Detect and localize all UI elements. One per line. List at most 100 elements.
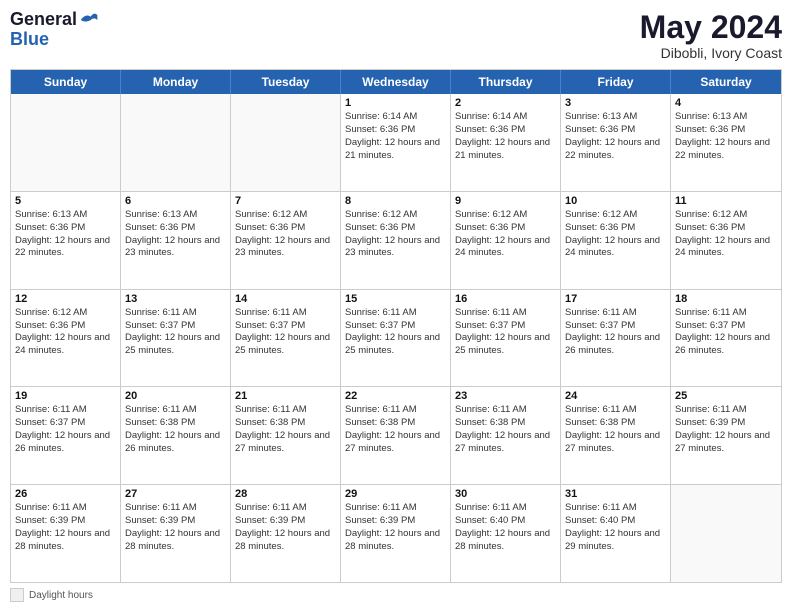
calendar-cell-26: 26 Sunrise: 6:11 AM Sunset: 6:39 PM Dayli… — [11, 485, 121, 582]
cell-text: Sunrise: 6:11 AM Sunset: 6:39 PM Dayligh… — [675, 404, 777, 455]
cell-text: Sunrise: 6:11 AM Sunset: 6:37 PM Dayligh… — [235, 307, 336, 358]
cell-text: Sunrise: 6:11 AM Sunset: 6:38 PM Dayligh… — [455, 404, 556, 455]
calendar-cell-22: 22 Sunrise: 6:11 AM Sunset: 6:38 PM Dayli… — [341, 387, 451, 484]
day-number: 15 — [345, 293, 446, 305]
day-header-thursday: Thursday — [451, 70, 561, 94]
cell-text: Sunrise: 6:14 AM Sunset: 6:36 PM Dayligh… — [345, 111, 446, 162]
day-number: 31 — [565, 488, 666, 500]
cell-text: Sunrise: 6:11 AM Sunset: 6:38 PM Dayligh… — [345, 404, 446, 455]
day-number: 4 — [675, 97, 777, 109]
cell-text: Sunrise: 6:11 AM Sunset: 6:37 PM Dayligh… — [675, 307, 777, 358]
calendar-cell-15: 15 Sunrise: 6:11 AM Sunset: 6:37 PM Dayli… — [341, 290, 451, 387]
day-number: 17 — [565, 293, 666, 305]
calendar-cell-5: 5Sunrise: 6:13 AM Sunset: 6:36 PM Daylig… — [11, 192, 121, 289]
calendar-cell-19: 19Sunrise: 6:11 AM Sunset: 6:37 PM Dayli… — [11, 387, 121, 484]
day-number: 19 — [15, 390, 116, 402]
day-number: 23 — [455, 390, 556, 402]
day-number: 8 — [345, 195, 446, 207]
calendar-cell-empty — [671, 485, 781, 582]
calendar-row-3: 19Sunrise: 6:11 AM Sunset: 6:37 PM Dayli… — [11, 387, 781, 485]
day-number: 29 — [345, 488, 446, 500]
calendar-body: 1 Sunrise: 6:14 AM Sunset: 6:36 PM Daylig… — [11, 94, 781, 582]
day-number: 5 — [15, 195, 116, 207]
cell-text: Sunrise: 6:12 AM Sunset: 6:36 PM Dayligh… — [235, 209, 336, 260]
logo-icon — [79, 10, 99, 30]
day-number: 22 — [345, 390, 446, 402]
day-header-wednesday: Wednesday — [341, 70, 451, 94]
cell-text: Sunrise: 6:12 AM Sunset: 6:36 PM Dayligh… — [15, 307, 116, 358]
legend-box — [10, 588, 24, 602]
logo: General Blue — [10, 10, 99, 50]
calendar-cell-30: 30Sunrise: 6:11 AM Sunset: 6:40 PM Dayli… — [451, 485, 561, 582]
calendar-cell-31: 31Sunrise: 6:11 AM Sunset: 6:40 PM Dayli… — [561, 485, 671, 582]
header: General Blue May 2024 Dibobli, Ivory Coa… — [10, 10, 782, 61]
calendar-cell-3: 3Sunrise: 6:13 AM Sunset: 6:36 PM Daylig… — [561, 94, 671, 191]
calendar-cell-18: 18 Sunrise: 6:11 AM Sunset: 6:37 PM Dayli… — [671, 290, 781, 387]
calendar: SundayMondayTuesdayWednesdayThursdayFrid… — [10, 69, 782, 583]
location: Dibobli, Ivory Coast — [640, 45, 782, 61]
day-number: 9 — [455, 195, 556, 207]
day-number: 12 — [15, 293, 116, 305]
cell-text: Sunrise: 6:12 AM Sunset: 6:36 PM Dayligh… — [455, 209, 556, 260]
cell-text: Sunrise: 6:11 AM Sunset: 6:37 PM Dayligh… — [345, 307, 446, 358]
day-number: 25 — [675, 390, 777, 402]
calendar-cell-23: 23 Sunrise: 6:11 AM Sunset: 6:38 PM Dayli… — [451, 387, 561, 484]
day-number: 28 — [235, 488, 336, 500]
day-number: 7 — [235, 195, 336, 207]
calendar-cell-6: 6Sunrise: 6:13 AM Sunset: 6:36 PM Daylig… — [121, 192, 231, 289]
day-number: 18 — [675, 293, 777, 305]
cell-text: Sunrise: 6:11 AM Sunset: 6:39 PM Dayligh… — [15, 502, 116, 553]
logo-blue: Blue — [10, 30, 99, 50]
calendar-cell-24: 24 Sunrise: 6:11 AM Sunset: 6:38 PM Dayli… — [561, 387, 671, 484]
calendar-cell-12: 12 Sunrise: 6:12 AM Sunset: 6:36 PM Dayli… — [11, 290, 121, 387]
day-number: 24 — [565, 390, 666, 402]
calendar-header: SundayMondayTuesdayWednesdayThursdayFrid… — [11, 70, 781, 94]
day-header-friday: Friday — [561, 70, 671, 94]
cell-text: Sunrise: 6:11 AM Sunset: 6:37 PM Dayligh… — [565, 307, 666, 358]
day-number: 13 — [125, 293, 226, 305]
logo-text: General — [10, 10, 77, 30]
calendar-cell-10: 10Sunrise: 6:12 AM Sunset: 6:36 PM Dayli… — [561, 192, 671, 289]
day-number: 21 — [235, 390, 336, 402]
calendar-cell-29: 29 Sunrise: 6:11 AM Sunset: 6:39 PM Dayli… — [341, 485, 451, 582]
calendar-cell-empty — [11, 94, 121, 191]
cell-text: Sunrise: 6:11 AM Sunset: 6:38 PM Dayligh… — [565, 404, 666, 455]
calendar-cell-empty — [231, 94, 341, 191]
day-header-sunday: Sunday — [11, 70, 121, 94]
calendar-row-0: 1 Sunrise: 6:14 AM Sunset: 6:36 PM Daylig… — [11, 94, 781, 192]
calendar-cell-empty — [121, 94, 231, 191]
day-header-monday: Monday — [121, 70, 231, 94]
legend: Daylight hours — [10, 588, 782, 602]
calendar-row-4: 26 Sunrise: 6:11 AM Sunset: 6:39 PM Dayli… — [11, 485, 781, 582]
calendar-cell-2: 2Sunrise: 6:14 AM Sunset: 6:36 PM Daylig… — [451, 94, 561, 191]
cell-text: Sunrise: 6:11 AM Sunset: 6:38 PM Dayligh… — [235, 404, 336, 455]
month-title: May 2024 — [640, 10, 782, 45]
day-number: 1 — [345, 97, 446, 109]
calendar-cell-4: 4 Sunrise: 6:13 AM Sunset: 6:36 PM Daylig… — [671, 94, 781, 191]
day-number: 16 — [455, 293, 556, 305]
calendar-cell-25: 25 Sunrise: 6:11 AM Sunset: 6:39 PM Dayli… — [671, 387, 781, 484]
calendar-cell-17: 17 Sunrise: 6:11 AM Sunset: 6:37 PM Dayli… — [561, 290, 671, 387]
calendar-cell-11: 11Sunrise: 6:12 AM Sunset: 6:36 PM Dayli… — [671, 192, 781, 289]
calendar-cell-7: 7 Sunrise: 6:12 AM Sunset: 6:36 PM Daylig… — [231, 192, 341, 289]
cell-text: Sunrise: 6:12 AM Sunset: 6:36 PM Dayligh… — [345, 209, 446, 260]
day-number: 26 — [15, 488, 116, 500]
day-number: 20 — [125, 390, 226, 402]
cell-text: Sunrise: 6:11 AM Sunset: 6:37 PM Dayligh… — [455, 307, 556, 358]
cell-text: Sunrise: 6:13 AM Sunset: 6:36 PM Dayligh… — [675, 111, 777, 162]
day-number: 2 — [455, 97, 556, 109]
day-number: 27 — [125, 488, 226, 500]
cell-text: Sunrise: 6:11 AM Sunset: 6:40 PM Dayligh… — [455, 502, 556, 553]
calendar-cell-14: 14Sunrise: 6:11 AM Sunset: 6:37 PM Dayli… — [231, 290, 341, 387]
day-number: 3 — [565, 97, 666, 109]
page: General Blue May 2024 Dibobli, Ivory Coa… — [0, 0, 792, 612]
calendar-cell-27: 27Sunrise: 6:11 AM Sunset: 6:39 PM Dayli… — [121, 485, 231, 582]
legend-label: Daylight hours — [29, 590, 93, 601]
cell-text: Sunrise: 6:11 AM Sunset: 6:39 PM Dayligh… — [345, 502, 446, 553]
calendar-row-1: 5 Sunrise: 6:13 AM Sunset: 6:36 PM Daylig… — [11, 192, 781, 290]
cell-text: Sunrise: 6:12 AM Sunset: 6:36 PM Dayligh… — [565, 209, 666, 260]
calendar-cell-8: 8 Sunrise: 6:12 AM Sunset: 6:36 PM Daylig… — [341, 192, 451, 289]
cell-text: Sunrise: 6:11 AM Sunset: 6:37 PM Dayligh… — [125, 307, 226, 358]
cell-text: Sunrise: 6:12 AM Sunset: 6:36 PM Dayligh… — [675, 209, 777, 260]
cell-text: Sunrise: 6:13 AM Sunset: 6:36 PM Dayligh… — [125, 209, 226, 260]
